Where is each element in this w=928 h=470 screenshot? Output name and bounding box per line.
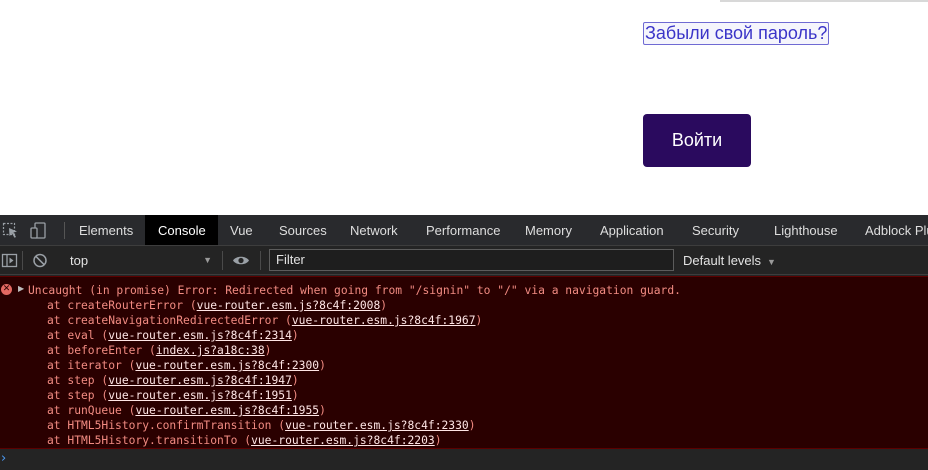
prompt-chevron-icon: › [1,451,7,466]
stack-frame-function: runQueue [67,404,122,417]
tab-adblock-plus[interactable]: Adblock Plu [852,215,928,245]
stack-frame: at createRouterError (vue-router.esm.js?… [47,299,388,312]
clear-console-icon[interactable] [31,252,49,269]
stack-frame-function: eval [67,329,95,342]
log-levels-dropdown[interactable]: Default levels ▼ [683,250,776,271]
filterbar-separator [222,251,223,270]
chevron-down-icon: ▼ [203,255,212,265]
stack-frame-function: beforeEnter [67,344,143,357]
stack-trace: at createRouterError (vue-router.esm.js?… [47,298,482,448]
stack-frame: at beforeEnter (index.js?a18c:38) [47,344,272,357]
sidebar-toggle-icon[interactable] [1,252,19,269]
stack-frame: at eval (vue-router.esm.js?8c4f:2314) [47,329,299,342]
tab-memory[interactable]: Memory [512,215,585,245]
forgot-password-link[interactable]: Забыли свой пароль? [643,22,830,45]
stack-frame: at step (vue-router.esm.js?8c4f:1951) [47,389,299,402]
stack-frame-source-link[interactable]: vue-router.esm.js?8c4f:2203 [251,434,435,447]
stack-frame: at createNavigationRedirectedError (vue-… [47,314,483,327]
tab-application[interactable]: Application [587,215,677,245]
stack-frame: at HTML5History.transitionTo (vue-router… [47,434,442,447]
stack-frame-function: createRouterError [67,299,184,312]
web-page: Забыли свой пароль? Войти [0,0,928,215]
stack-frame-function: iterator [67,359,122,372]
chevron-down-icon: ▼ [767,257,776,267]
tab-network[interactable]: Network [337,215,411,245]
console-prompt[interactable]: › [0,450,928,470]
stack-frame-function: HTML5History.transitionTo [67,434,238,447]
stack-frame: at step (vue-router.esm.js?8c4f:1947) [47,374,299,387]
stack-frame-source-link[interactable]: vue-router.esm.js?8c4f:2300 [135,359,319,372]
stack-frame-function: step [67,374,95,387]
stack-frame: at iterator (vue-router.esm.js?8c4f:2300… [47,359,326,372]
filter-input[interactable]: Filter [269,249,674,271]
inspect-element-icon[interactable] [2,222,20,239]
stack-frame-source-link[interactable]: vue-router.esm.js?8c4f:1967 [292,314,476,327]
filterbar-separator [22,251,23,270]
stack-frame-function: HTML5History.confirmTransition [67,419,272,432]
devtools-panel: Elements Console Vue Sources Network Per… [0,215,928,470]
context-selector-value: top [70,253,89,268]
tab-elements[interactable]: Elements [66,215,146,245]
expand-triangle-icon[interactable]: ▶ [18,284,24,293]
eye-icon[interactable] [232,252,250,269]
stack-frame-source-link[interactable]: index.js?a18c:38 [156,344,265,357]
filterbar-separator [260,251,261,270]
context-selector[interactable]: top ▼ [64,250,216,271]
tab-security[interactable]: Security [679,215,752,245]
stack-frame-source-link[interactable]: vue-router.esm.js?8c4f:1955 [135,404,319,417]
error-icon: ✕ [1,284,12,295]
stack-frame-source-link[interactable]: vue-router.esm.js?8c4f:2314 [108,329,292,342]
tab-sources[interactable]: Sources [266,215,340,245]
console-error-message: ✕ ▶ Uncaught (in promise) Error: Redirec… [0,276,928,449]
stack-frame-source-link[interactable]: vue-router.esm.js?8c4f:1947 [108,374,292,387]
tab-vue[interactable]: Vue [217,215,266,245]
tab-performance[interactable]: Performance [413,215,513,245]
log-levels-value: Default levels [683,253,762,268]
tab-lighthouse[interactable]: Lighthouse [761,215,851,245]
stack-frame: at HTML5History.confirmTransition (vue-r… [47,419,476,432]
login-button[interactable]: Войти [643,114,751,167]
stack-frame: at runQueue (vue-router.esm.js?8c4f:1955… [47,404,326,417]
input-field-edge [720,0,928,2]
error-text: Uncaught (in promise) Error: Redirected … [28,284,681,297]
stack-frame-source-link[interactable]: vue-router.esm.js?8c4f:2008 [197,299,381,312]
stack-frame-function: step [67,389,95,402]
device-toolbar-icon[interactable] [30,222,48,239]
toolbar-separator [64,222,65,239]
tab-console[interactable]: Console [145,215,218,245]
console-filterbar: top ▼ Filter Default levels ▼ [0,246,928,275]
devtools-tabbar: Elements Console Vue Sources Network Per… [0,215,928,246]
stack-frame-source-link[interactable]: vue-router.esm.js?8c4f:2330 [285,419,469,432]
stack-frame-source-link[interactable]: vue-router.esm.js?8c4f:1951 [108,389,292,402]
stack-frame-function: createNavigationRedirectedError [67,314,279,327]
